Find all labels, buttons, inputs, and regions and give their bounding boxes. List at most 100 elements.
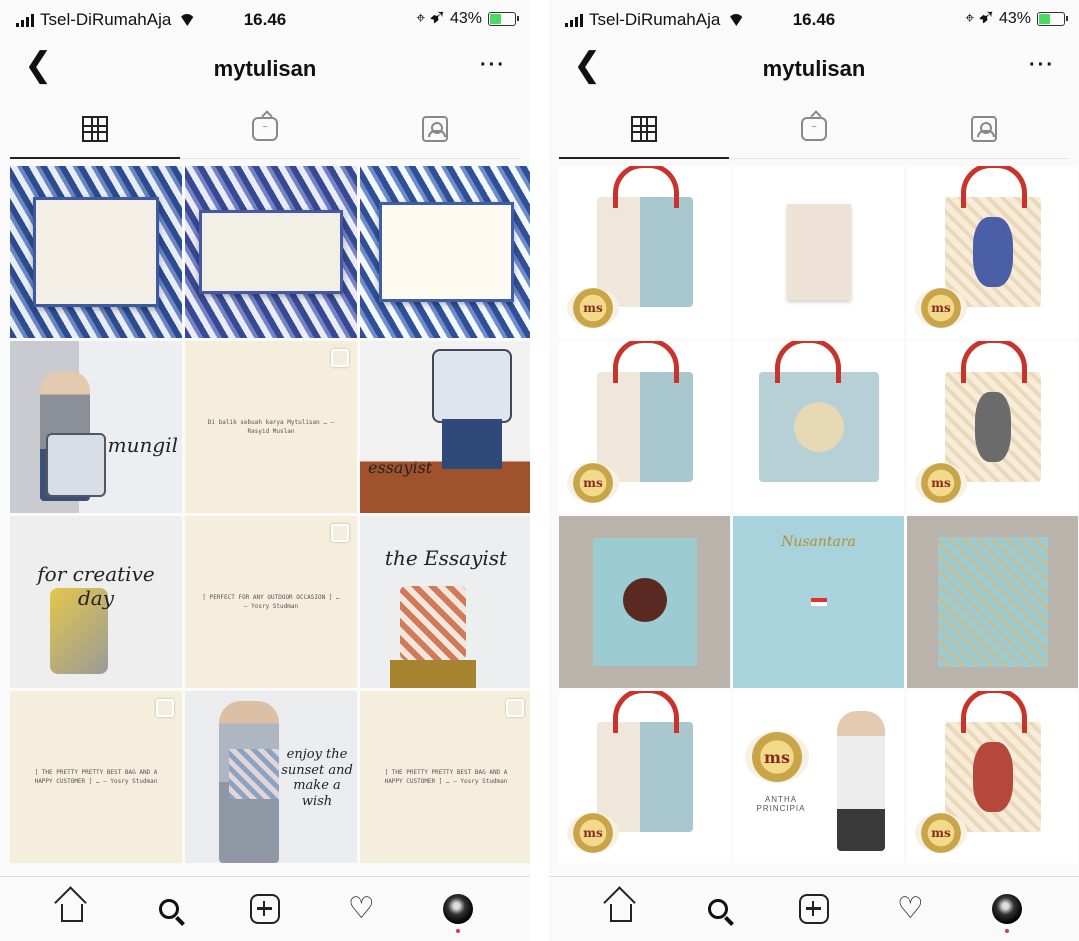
post-thumbnail[interactable]: ms xyxy=(907,691,1078,863)
tab-tagged[interactable] xyxy=(350,100,520,158)
battery-percent: 43% xyxy=(998,10,1031,27)
tab-igtv[interactable]: ~ xyxy=(729,100,899,158)
add-post-icon xyxy=(798,894,829,924)
grid-icon xyxy=(82,116,108,142)
post-thumbnail[interactable] xyxy=(733,341,904,513)
status-right: ⌖ ➹ 43% xyxy=(965,10,1068,28)
post-thumbnail[interactable]: for creative day xyxy=(10,516,182,688)
post-thumbnail[interactable]: ms xyxy=(559,691,730,863)
post-thumbnail[interactable]: ms xyxy=(559,341,730,513)
heart-icon: ♡ xyxy=(347,892,375,925)
nav-search[interactable] xyxy=(696,887,740,931)
post-grid: ms ms ms ms Nusantara ms ms ANTHA PRINCI… xyxy=(559,166,1079,863)
igtv-icon: ~ xyxy=(801,117,827,141)
screenshot-pair: Tsel-DiRumahAja 16.46 ⌖ ➹ 43% ❮ mytulisa… xyxy=(0,0,1079,941)
nav-search[interactable] xyxy=(147,887,191,931)
brand-logo: ms xyxy=(567,813,619,853)
phone-screen-left: Tsel-DiRumahAja 16.46 ⌖ ➹ 43% ❮ mytulisa… xyxy=(0,0,530,941)
profile-header: ❮ mytulisan ··· xyxy=(549,40,1079,96)
post-thumbnail[interactable]: the Essayist xyxy=(360,516,530,688)
bottom-nav: ♡ xyxy=(0,876,530,941)
profile-tabs: ~ xyxy=(559,100,1069,159)
multi-photo-icon xyxy=(156,699,174,717)
search-icon xyxy=(707,899,728,919)
post-thumbnail-text[interactable]: [ THE PRETTY PRETTY BEST BAG AND A HAPPY… xyxy=(360,691,530,863)
tagged-icon xyxy=(422,116,448,142)
post-thumbnail[interactable] xyxy=(907,516,1078,688)
profile-tabs: ~ xyxy=(10,100,520,159)
banner-title: Nusantara xyxy=(781,534,856,550)
post-thumbnail[interactable]: mungil xyxy=(10,341,182,513)
post-thumbnail[interactable]: ms ANTHA PRINCIPIA xyxy=(733,691,904,863)
nav-profile[interactable] xyxy=(436,887,480,933)
post-thumbnail[interactable]: ms xyxy=(559,166,730,338)
post-grid: mungil Di balik sebuah karya Mytulisan …… xyxy=(10,166,530,863)
bottom-nav: ♡ xyxy=(549,876,1079,941)
profile-avatar-icon xyxy=(991,894,1022,933)
post-caption: mungil xyxy=(107,433,178,457)
post-thumbnail[interactable]: ms xyxy=(907,341,1078,513)
nav-home[interactable] xyxy=(50,887,94,931)
profile-username: mytulisan xyxy=(762,56,866,81)
home-icon xyxy=(61,904,84,922)
add-post-icon xyxy=(249,894,280,924)
location-icon: ⌖ ➹ xyxy=(965,10,993,27)
more-options-icon[interactable]: ··· xyxy=(480,54,506,77)
nav-home[interactable] xyxy=(599,887,643,931)
post-thumbnail[interactable] xyxy=(360,166,530,338)
post-thumbnail[interactable]: enjoy the sunset and make a wish xyxy=(185,691,357,863)
profile-header: ❮ mytulisan ··· xyxy=(0,40,530,96)
location-icon: ⌖ ➹ xyxy=(416,10,444,27)
post-thumbnail[interactable]: Nusantara xyxy=(733,516,904,688)
status-bar: Tsel-DiRumahAja 16.46 ⌖ ➹ 43% xyxy=(0,0,530,40)
post-thumbnail-text[interactable]: [ THE PRETTY PRETTY BEST BAG AND A HAPPY… xyxy=(10,691,182,863)
phone-screen-right: Tsel-DiRumahAja 16.46 ⌖ ➹ 43% ❮ mytulisa… xyxy=(549,0,1079,941)
tab-igtv[interactable]: ~ xyxy=(180,100,350,158)
status-right: ⌖ ➹ 43% xyxy=(416,10,519,28)
post-caption: the Essayist xyxy=(384,546,508,570)
multi-photo-icon xyxy=(331,524,349,542)
tab-grid[interactable] xyxy=(559,100,729,159)
nav-profile[interactable] xyxy=(985,887,1029,933)
profile-avatar-icon xyxy=(442,894,473,933)
brand-logo: ms xyxy=(915,813,967,853)
heart-icon: ♡ xyxy=(896,892,924,925)
tagged-icon xyxy=(971,116,997,142)
post-text: Di balik sebuah karya Mytulisan … – Rasy… xyxy=(207,418,335,435)
post-thumbnail[interactable] xyxy=(10,166,182,338)
post-text: [ THE PRETTY PRETTY BEST BAG AND A HAPPY… xyxy=(34,768,158,785)
battery-icon xyxy=(1037,12,1068,26)
nav-add-post[interactable] xyxy=(792,887,836,931)
brand-logo: ms xyxy=(567,288,619,328)
collection-name: ANTHA PRINCIPIA xyxy=(756,795,806,813)
tab-grid[interactable] xyxy=(10,100,180,159)
post-caption: essayist xyxy=(368,458,433,477)
post-thumbnail-text[interactable]: Di balik sebuah karya Mytulisan … – Rasy… xyxy=(185,341,357,513)
post-thumbnail[interactable]: ms xyxy=(907,166,1078,338)
nav-activity[interactable]: ♡ xyxy=(339,887,383,931)
post-text: [ THE PRETTY PRETTY BEST BAG AND A HAPPY… xyxy=(384,768,508,785)
profile-username: mytulisan xyxy=(213,56,317,81)
brand-logo: ms xyxy=(567,463,619,503)
multi-photo-icon xyxy=(506,699,524,717)
more-options-icon[interactable]: ··· xyxy=(1029,54,1055,77)
post-caption: enjoy the sunset and make a wish xyxy=(281,747,353,809)
multi-photo-icon xyxy=(331,349,349,367)
post-caption: for creative day xyxy=(37,562,155,610)
brand-logo: ms xyxy=(915,463,967,503)
post-thumbnail[interactable] xyxy=(185,166,357,338)
nav-add-post[interactable] xyxy=(243,887,287,931)
battery-percent: 43% xyxy=(449,10,482,27)
post-text: [ PERFECT FOR ANY OUTDOOR OCCASION ] … –… xyxy=(202,593,340,610)
status-bar: Tsel-DiRumahAja 16.46 ⌖ ➹ 43% xyxy=(549,0,1079,40)
post-thumbnail[interactable] xyxy=(733,166,904,338)
post-thumbnail[interactable]: essayist xyxy=(360,341,530,513)
post-thumbnail[interactable] xyxy=(559,516,730,688)
battery-icon xyxy=(488,12,519,26)
brand-logo: ms xyxy=(745,731,809,783)
post-thumbnail-text[interactable]: [ PERFECT FOR ANY OUTDOOR OCCASION ] … –… xyxy=(185,516,357,688)
tab-tagged[interactable] xyxy=(899,100,1069,158)
nav-activity[interactable]: ♡ xyxy=(888,887,932,931)
home-icon xyxy=(610,904,633,922)
igtv-icon: ~ xyxy=(252,117,278,141)
